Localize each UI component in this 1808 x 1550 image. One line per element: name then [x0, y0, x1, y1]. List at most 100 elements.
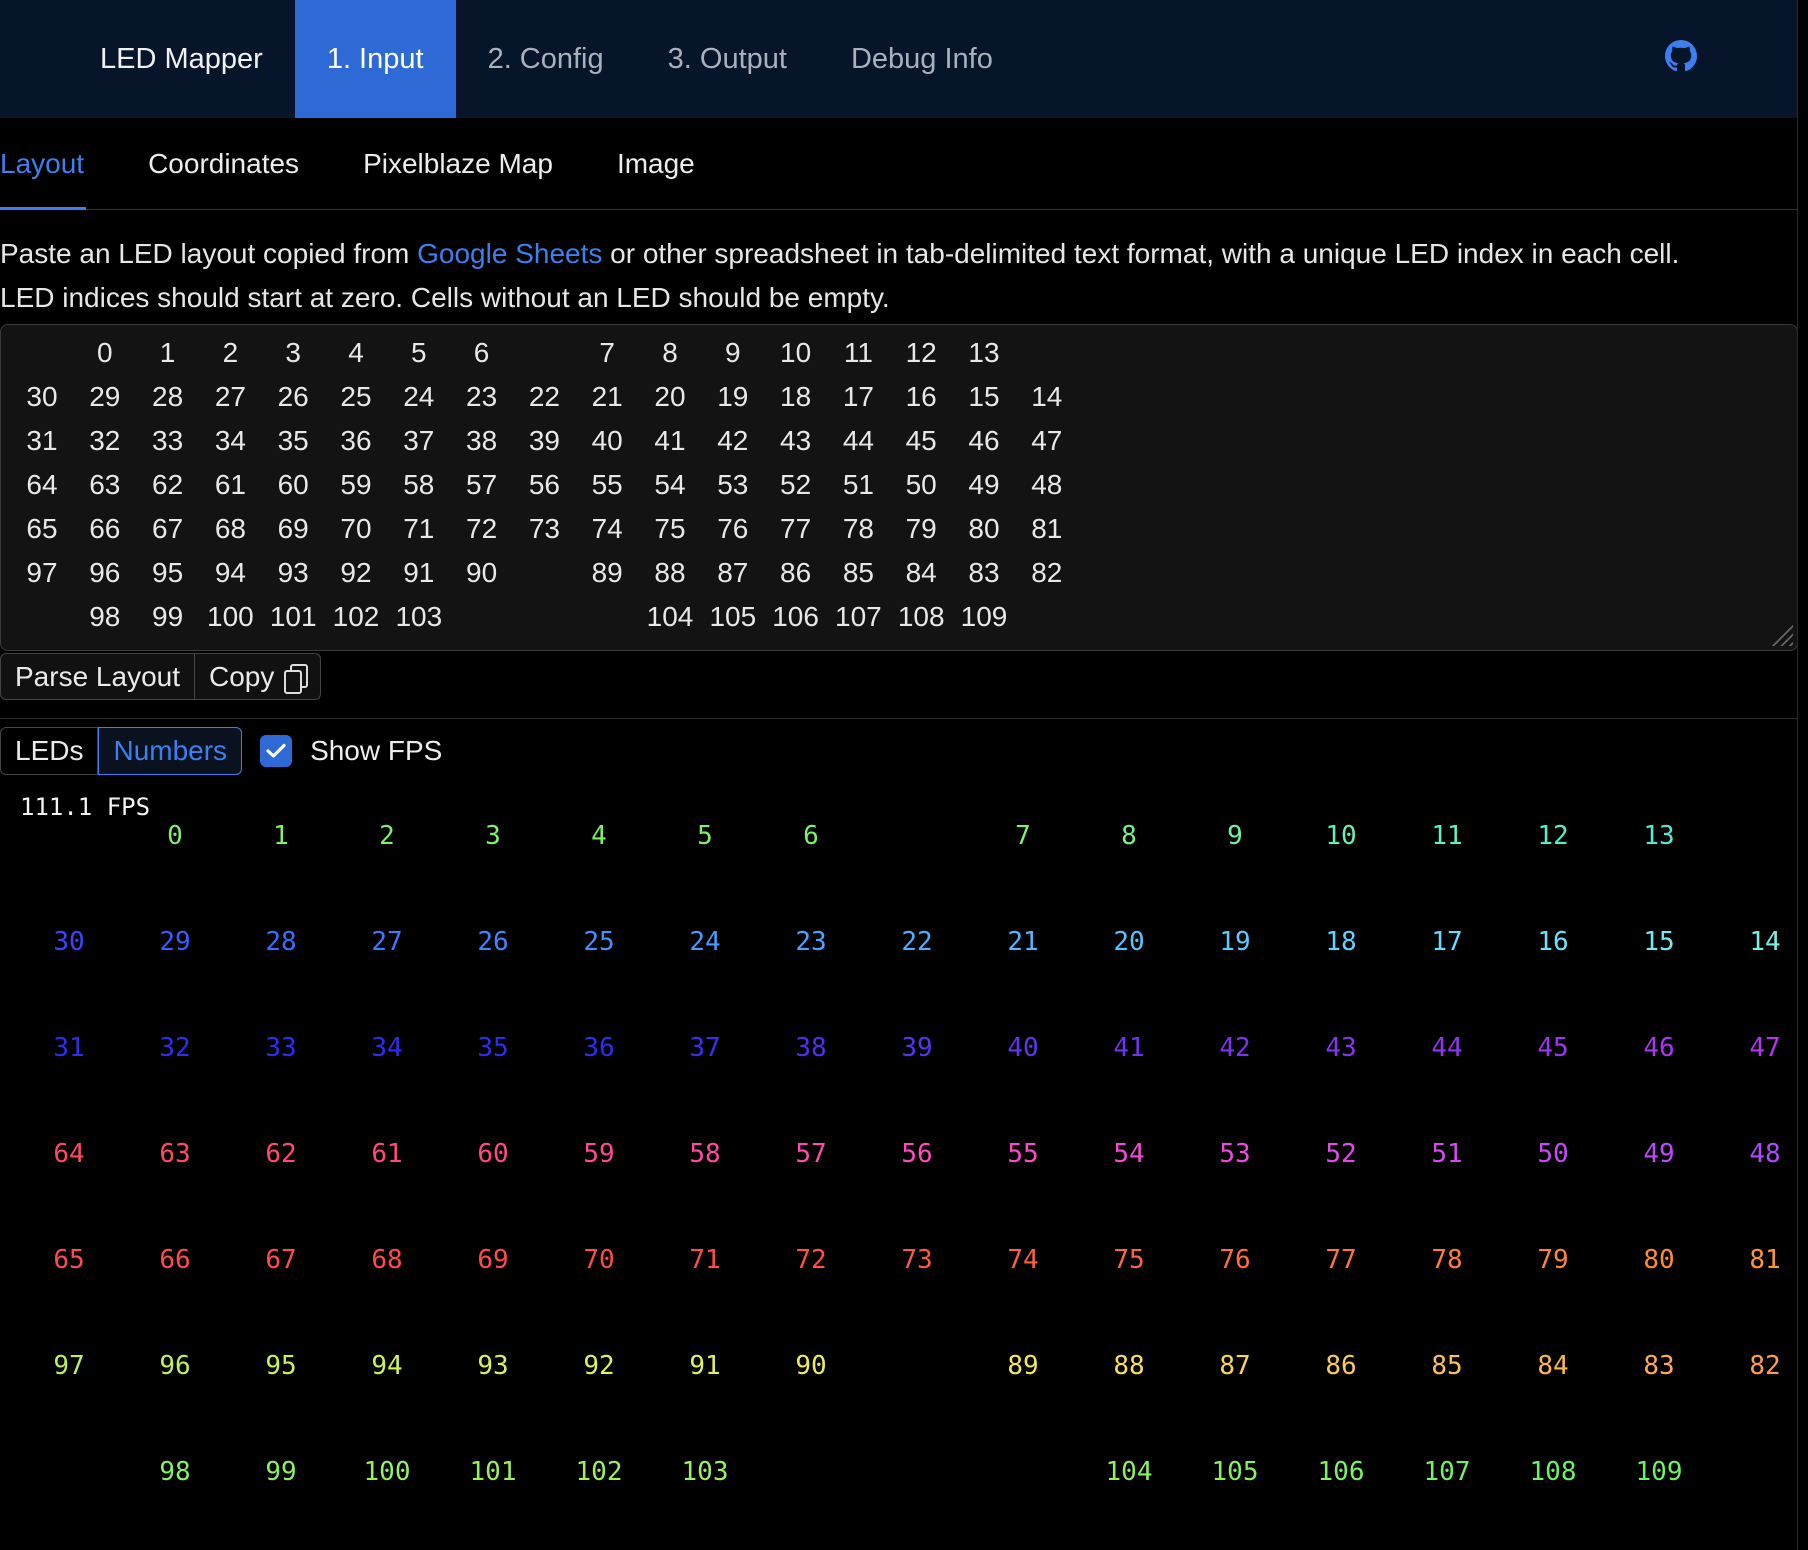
led-number-label: 30: [53, 927, 85, 957]
led-number-label: 27: [371, 927, 403, 957]
leds-mode-button[interactable]: LEDs: [0, 727, 99, 775]
led-number-label: 52: [1325, 1139, 1357, 1169]
layout-textarea[interactable]: 0 1 2 3 4 5 6 7 8 9 10 11 12 13 30 29 28 27 26 25 24 23 22 21 20…: [0, 324, 1797, 651]
led-number-label: 40: [1007, 1033, 1039, 1063]
layout-cell: 77: [780, 513, 812, 544]
parse-layout-label: Parse Layout: [15, 660, 180, 692]
layout-cell: 49: [968, 469, 1000, 500]
layout-actions: Parse Layout Copy: [0, 653, 1797, 700]
github-icon[interactable]: [1665, 40, 1697, 72]
led-number-label: 74: [1007, 1245, 1039, 1275]
layout-cell: 6: [473, 337, 490, 368]
led-number-label: 88: [1113, 1351, 1145, 1381]
led-number-label: 45: [1537, 1033, 1569, 1063]
input-subtabs: Layout Coordinates Pixelblaze Map Image: [0, 118, 1797, 210]
led-number-label: 8: [1121, 821, 1137, 851]
led-number-label: 105: [1211, 1457, 1259, 1487]
led-number-label: 78: [1431, 1245, 1463, 1275]
led-number-label: 20: [1113, 927, 1145, 957]
layout-cell: 46: [968, 425, 1000, 456]
brand-link[interactable]: LED Mapper: [0, 0, 295, 118]
led-number-label: 7: [1015, 821, 1031, 851]
layout-cell: 0: [97, 337, 113, 368]
layout-row: 65 66 67 68 69 70 71 72 73 74 75 76 77 78 79 80 81: [1, 513, 1797, 557]
layout-cell: 29: [89, 381, 121, 412]
layout-cell: 25: [340, 381, 372, 412]
led-number-label: 77: [1325, 1245, 1357, 1275]
layout-cell: 90: [466, 557, 498, 588]
layout-cell: 40: [591, 425, 623, 456]
layout-cell: 56: [528, 469, 560, 500]
led-number-label: 9: [1227, 821, 1243, 851]
layout-cell: 72: [466, 513, 498, 544]
layout-cell: 57: [466, 469, 498, 500]
layout-cell: 91: [403, 557, 435, 588]
led-preview-canvas: 111.1 FPS 0 1 2 3 4 5 6 7 8 9 10 11 12 13 30 29 28 27 26 25…: [0, 775, 1797, 1550]
copy-label: Copy: [209, 660, 275, 692]
led-number-label: 66: [159, 1245, 191, 1275]
layout-cell: 38: [466, 425, 498, 456]
show-fps-checkbox[interactable]: [260, 735, 293, 767]
layout-cell: 16: [905, 381, 937, 412]
led-number-label: 70: [583, 1245, 615, 1275]
numbers-mode-button[interactable]: Numbers: [98, 727, 243, 775]
layout-row: 64 63 62 61 60 59 58 57 56 55 54 53 52 51 50 49 48: [1, 469, 1797, 513]
layout-cell: 47: [1031, 425, 1063, 456]
tab-coordinates[interactable]: Coordinates: [116, 118, 331, 209]
layout-cell: 23: [466, 381, 498, 412]
layout-cell: 24: [403, 381, 435, 412]
nav-input[interactable]: 1. Input: [294, 0, 456, 118]
led-number-label: 83: [1643, 1351, 1675, 1381]
layout-cell: 3: [285, 337, 301, 368]
layout-cell: 81: [1031, 513, 1063, 544]
layout-cell: 50: [905, 469, 937, 500]
led-number-label: 26: [477, 927, 509, 957]
nav-config[interactable]: 2. Config: [456, 0, 636, 118]
layout-cell: 42: [717, 425, 749, 456]
nav-output[interactable]: 3. Output: [636, 0, 819, 118]
led-number-label: 58: [689, 1139, 721, 1169]
show-fps-label: Show FPS: [310, 735, 443, 766]
led-number-label: 109: [1635, 1457, 1683, 1487]
led-number-label: 34: [371, 1033, 403, 1063]
nav-debug-info[interactable]: Debug Info: [819, 0, 1025, 118]
layout-cell: 109: [960, 601, 1008, 632]
led-number-label: 13: [1643, 821, 1675, 851]
tab-pixelblaze-map[interactable]: Pixelblaze Map: [331, 118, 585, 209]
layout-row: 98 99 100 101 102 103 104 105 106 107 108 109: [1, 601, 1797, 645]
layout-cell: 65: [26, 513, 58, 544]
google-sheets-link[interactable]: Google Sheets: [417, 238, 602, 269]
instructions-text: Paste an LED layout copied from: [0, 238, 418, 269]
parse-layout-button[interactable]: Parse Layout: [0, 653, 195, 700]
layout-cell: 41: [654, 425, 686, 456]
check-icon: [266, 743, 286, 758]
layout-cell: 95: [152, 557, 184, 588]
led-number-label: 18: [1325, 927, 1357, 957]
copy-button[interactable]: Copy: [195, 653, 322, 700]
led-number-label: 84: [1537, 1351, 1569, 1381]
layout-cell: 89: [591, 557, 623, 588]
led-number-label: 10: [1325, 821, 1357, 851]
led-number-label: 2: [379, 821, 395, 851]
led-number-label: 79: [1537, 1245, 1569, 1275]
layout-cell: 26: [277, 381, 309, 412]
led-number-label: 102: [575, 1457, 623, 1487]
tab-layout[interactable]: Layout: [0, 118, 116, 210]
layout-cell: 92: [340, 557, 372, 588]
led-number-label: 51: [1431, 1139, 1463, 1169]
layout-cell: 60: [277, 469, 309, 500]
copy-icon: [284, 663, 309, 694]
led-number-label: 65: [53, 1245, 85, 1275]
layout-cell: 68: [214, 513, 246, 544]
layout-cell: 27: [214, 381, 246, 412]
led-number-label: 55: [1007, 1139, 1039, 1169]
led-number-label: 12: [1537, 821, 1569, 851]
tab-image[interactable]: Image: [585, 118, 727, 209]
layout-cell: 19: [717, 381, 749, 412]
led-number-label: 1: [273, 821, 289, 851]
layout-cell: 87: [717, 557, 749, 588]
display-mode-toggle: LEDs Numbers: [0, 727, 243, 775]
led-number-label: 60: [477, 1139, 509, 1169]
layout-cell: 66: [89, 513, 121, 544]
led-number-label: 38: [795, 1033, 827, 1063]
